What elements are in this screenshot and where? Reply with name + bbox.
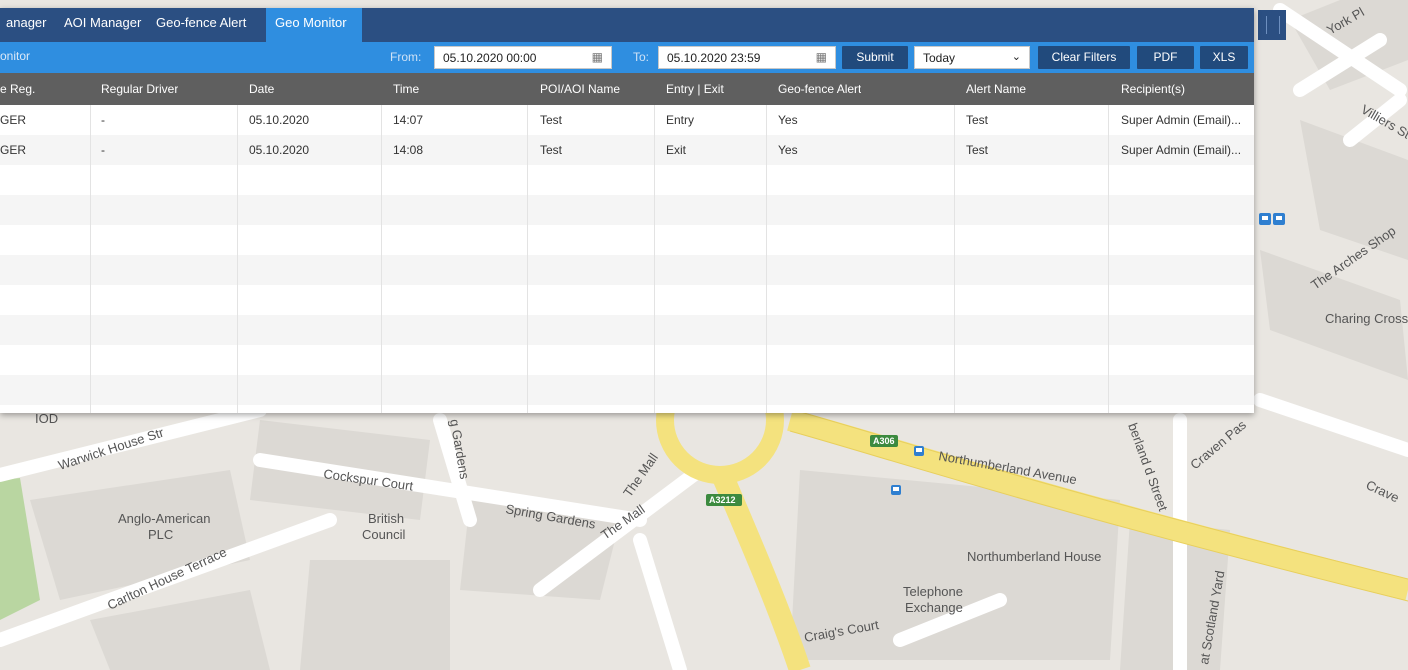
cell-reg: GER [0,143,27,157]
tab-bar: anager AOI Manager Geo-fence Alert Geo M… [0,8,1254,42]
filter-toolbar: onitor From: 05.10.2020 00:00 ▦ To: 05.1… [0,42,1254,73]
calendar-icon[interactable]: ▦ [592,50,603,64]
tab-geo-fence-alert[interactable]: Geo-fence Alert [150,8,266,42]
cell-driver: - [101,143,105,157]
map-label: PLC [148,527,173,542]
table-row-empty [0,165,1254,195]
column-header[interactable]: Time [393,73,419,105]
table-row-empty [0,345,1254,375]
to-label: To: [633,50,650,64]
column-divider [237,105,238,413]
date-range-select[interactable]: Today ⌄ [914,46,1030,69]
tab-geo-monitor[interactable]: Geo Monitor [266,8,362,42]
section-title: onitor [0,49,31,63]
cell-driver: - [101,113,105,127]
drag-handle-icon [1266,16,1280,34]
column-header[interactable]: Regular Driver [101,73,178,105]
cell-alert-name: Test [966,143,989,157]
cell-time: 14:07 [393,113,424,127]
column-header[interactable]: POI/AOI Name [540,73,620,105]
cell-geofence-alert: Yes [778,143,798,157]
map-label: Northumberland House [967,549,1101,564]
column-header[interactable]: Entry | Exit [666,73,724,105]
cell-recipients: Super Admin (Email)... [1121,143,1242,157]
svg-text:A306: A306 [873,436,895,446]
column-header[interactable]: e Reg. [0,73,35,105]
road-shield-a306: A306 [870,435,898,447]
column-header[interactable]: Date [249,73,274,105]
column-divider [766,105,767,413]
cell-alert-name: Test [966,113,989,127]
column-divider [654,105,655,413]
to-date-input[interactable]: 05.10.2020 23:59 ▦ [658,46,836,69]
from-label: From: [390,50,422,64]
to-date-value: 05.10.2020 23:59 [667,51,761,65]
cell-poi-name: Test [540,143,563,157]
cell-entry-exit: Exit [666,143,687,157]
submit-button[interactable]: Submit [842,46,908,69]
map-label: IOD [35,411,58,426]
map-label: Anglo-American [118,511,211,526]
map-label: British [368,511,404,526]
table-row[interactable]: GER - 05.10.2020 14:08 Test Exit Yes Tes… [0,135,1254,165]
table-header: e Reg. Regular Driver Date Time POI/AOI … [0,73,1254,105]
table-row-empty [0,195,1254,225]
from-date-input[interactable]: 05.10.2020 00:00 ▦ [434,46,612,69]
bus-stop-icon[interactable] [891,485,901,495]
table-row-empty [0,315,1254,345]
column-header[interactable]: Alert Name [966,73,1026,105]
cell-date: 05.10.2020 [249,143,310,157]
map-label: Charing Cross [1325,311,1408,326]
map-label: Telephone [903,584,963,599]
table-row-empty [0,255,1254,285]
cell-reg: GER [0,113,27,127]
chevron-down-icon: ⌄ [1011,51,1021,63]
from-date-value: 05.10.2020 00:00 [443,51,537,65]
table-row-empty [0,285,1254,315]
table-row-empty [0,225,1254,255]
column-header[interactable]: Recipient(s) [1121,73,1185,105]
clear-filters-button[interactable]: Clear Filters [1038,46,1130,69]
road-shield-a3212: A3212 [706,494,742,506]
cell-geofence-alert: Yes [778,113,798,127]
geo-monitor-table: e Reg. Regular Driver Date Time POI/AOI … [0,73,1254,413]
cell-time: 14:08 [393,143,424,157]
map-label: Council [362,527,405,542]
geo-monitor-panel: anager AOI Manager Geo-fence Alert Geo M… [0,8,1254,413]
table-row[interactable]: GER - 05.10.2020 14:07 Test Entry Yes Te… [0,105,1254,135]
cell-date: 05.10.2020 [249,113,310,127]
bus-stop-icon[interactable] [914,446,924,456]
column-divider [527,105,528,413]
column-divider [1108,105,1109,413]
pdf-export-button[interactable]: PDF [1137,46,1194,69]
cell-entry-exit: Entry [666,113,695,127]
xls-export-button[interactable]: XLS [1200,46,1248,69]
column-divider [381,105,382,413]
map-control-handle[interactable] [1258,10,1286,40]
column-divider [90,105,91,413]
svg-text:A3212: A3212 [709,495,736,505]
tab-manager[interactable]: anager [0,8,60,42]
cell-recipients: Super Admin (Email)... [1121,113,1242,127]
column-divider [954,105,955,413]
map-label: Exchange [905,600,963,615]
column-header[interactable]: Geo-fence Alert [778,73,861,105]
cell-poi-name: Test [540,113,563,127]
table-row-empty [0,375,1254,405]
tab-aoi-manager[interactable]: AOI Manager [58,8,148,42]
date-range-value: Today [923,51,956,65]
calendar-icon[interactable]: ▦ [816,50,827,64]
